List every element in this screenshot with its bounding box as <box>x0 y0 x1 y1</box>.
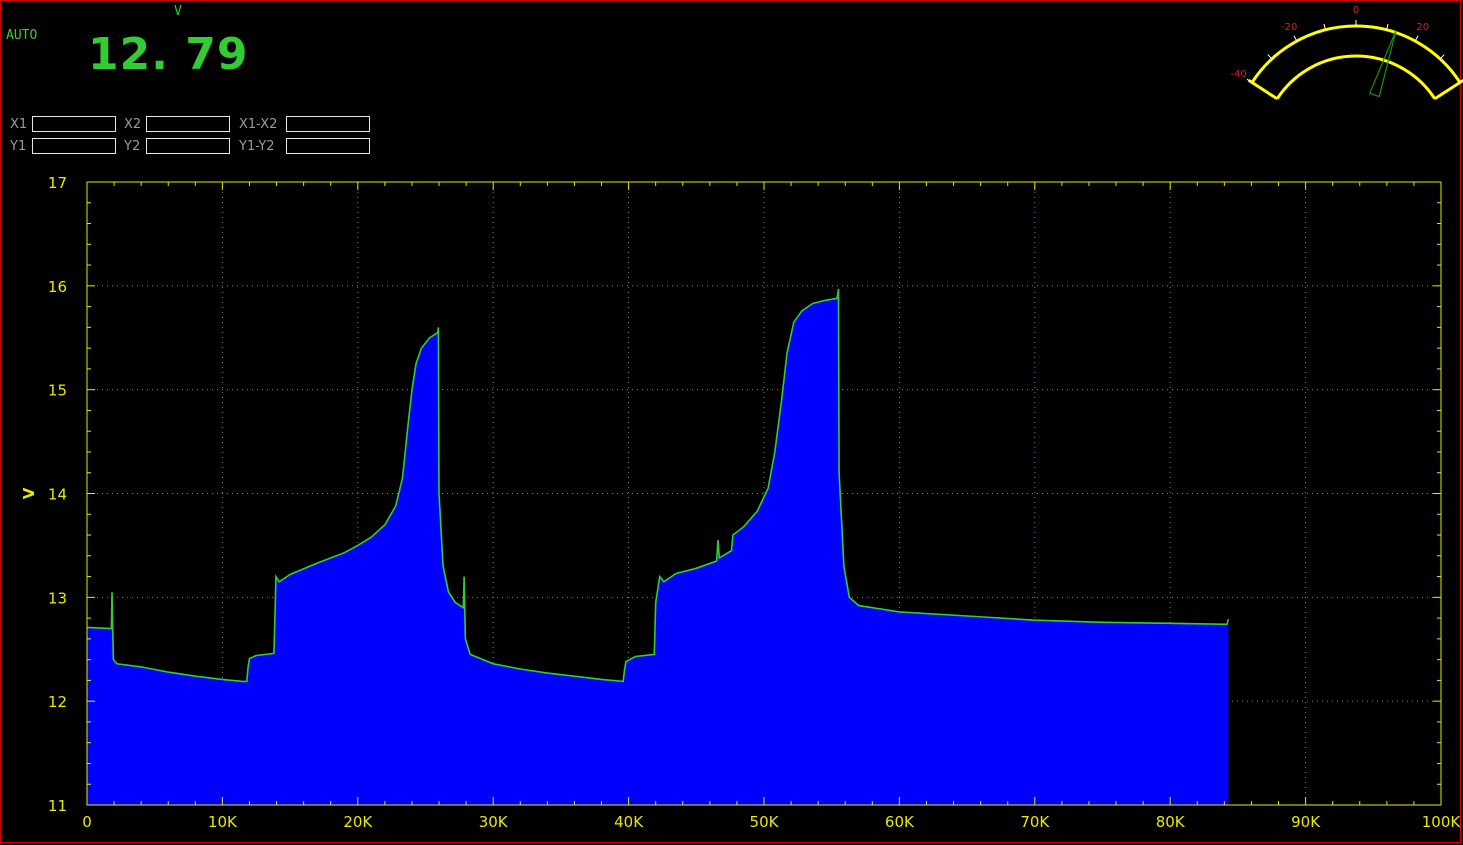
y-tick-label: 13 <box>48 589 67 607</box>
y-tick-label: 16 <box>48 278 67 296</box>
y-axis-label: V <box>20 487 38 499</box>
x-tick-label: 70K <box>1020 813 1050 831</box>
x-tick-label: 90K <box>1291 813 1321 831</box>
x-tick-label: 100K <box>1422 813 1462 831</box>
y-tick-label: 15 <box>48 382 67 400</box>
x-tick-label: 50K <box>750 813 780 831</box>
x-tick-label: 60K <box>885 813 915 831</box>
y-tick-label: 12 <box>48 693 67 711</box>
x-tick-label: 20K <box>343 813 373 831</box>
x-tick-label: 80K <box>1156 813 1186 831</box>
x-tick-label: 10K <box>208 813 238 831</box>
y-tick-label: 11 <box>48 797 67 815</box>
x-tick-label: 0 <box>82 813 92 831</box>
voltage-chart[interactable]: 0 10K 20K 30K 40K 50K 60K 70K 80K 90K 100K 11 12 13 14… <box>0 0 1463 845</box>
y-tick-label: 17 <box>48 174 67 192</box>
x-tick-label: 30K <box>479 813 509 831</box>
y-tick-label: 14 <box>48 486 67 504</box>
x-tick-label: 40K <box>614 813 644 831</box>
voltage-area <box>87 288 1229 805</box>
